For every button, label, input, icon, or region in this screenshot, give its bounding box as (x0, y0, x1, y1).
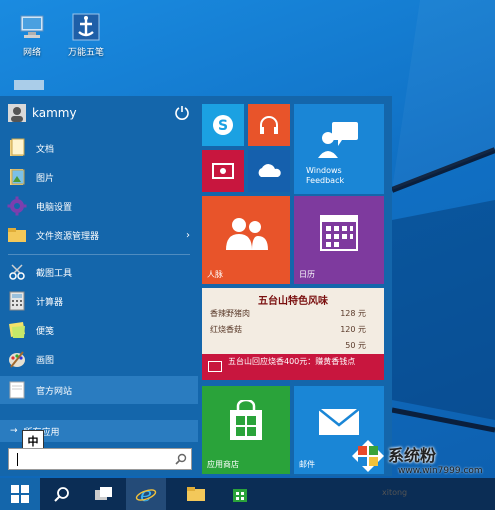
tile-store[interactable]: 应用商店 (202, 386, 290, 474)
tile-onedrive[interactable] (248, 150, 290, 192)
calculator-icon (6, 290, 28, 312)
people-icon (202, 210, 290, 256)
search-box[interactable] (8, 448, 192, 470)
news-menu-row: 香辣野猪肉 128 元 (210, 309, 366, 318)
power-icon[interactable] (174, 104, 190, 120)
chevron-right-icon[interactable]: › (186, 230, 190, 241)
video-icon (202, 150, 244, 192)
watermark-url: www.win7999.com (398, 466, 483, 476)
tile-label: 日历 (299, 270, 315, 279)
search-icon[interactable] (175, 453, 187, 465)
menu-item-label: 计算器 (36, 297, 64, 308)
search-input[interactable] (19, 451, 169, 467)
watermark-text: 系统粉 (388, 446, 437, 465)
menu-item-label: 官方网站 (36, 386, 73, 397)
menu-item-official-site[interactable]: 官方网站 (0, 376, 198, 404)
windows-logo-icon (11, 485, 29, 503)
menu-divider (8, 254, 190, 255)
taskbar-store[interactable] (220, 478, 260, 510)
menu-item-label: 文件资源管理器 (36, 231, 100, 242)
tile-windows-feedback[interactable]: Windows Feedback (294, 104, 384, 194)
news-headline-bar: 五台山回应烧香400元：赚黄香钱点 (202, 354, 384, 380)
wubi-icon (69, 12, 103, 42)
headphones-icon (248, 104, 290, 146)
folder-icon (187, 487, 205, 501)
desktop-icon-label: 网络 (22, 48, 41, 58)
folder-icon (6, 224, 28, 246)
task-view-icon (95, 487, 112, 500)
taskbar-search-button[interactable] (42, 478, 82, 510)
menu-item-pictures[interactable]: 图片 (0, 163, 198, 191)
watermark: 系统粉 xitong www.win7999.com (348, 436, 495, 510)
tile-people[interactable]: 人脉 (202, 196, 290, 284)
menu-item-label: 便笺 (36, 326, 55, 337)
network-icon (15, 12, 49, 42)
tile-music[interactable] (248, 104, 290, 146)
user-name: kammy (32, 106, 77, 120)
news-menu-row: 红烧香菇 120 元 (210, 325, 366, 334)
menu-item-snipping-tool[interactable]: 截图工具 (0, 258, 198, 286)
start-menu-left-column: kammy 文档 图片 电脑设置 文件资源管理器 › 截图工具 计算器 便笺 画… (0, 96, 198, 476)
menu-item-pc-settings[interactable]: 电脑设置 (0, 192, 198, 220)
tile-label: Windows (306, 166, 342, 175)
taskbar-internet-explorer[interactable]: e (126, 478, 166, 510)
svg-text:S: S (218, 118, 228, 134)
start-button[interactable] (0, 478, 40, 510)
svg-text:e: e (140, 483, 152, 505)
desktop-icon-wubi[interactable]: 万能五笔 (58, 12, 114, 58)
start-menu: kammy 文档 图片 电脑设置 文件资源管理器 › 截图工具 计算器 便笺 画… (0, 96, 392, 476)
internet-explorer-icon: e (135, 483, 157, 505)
tile-calendar[interactable]: 日历 (294, 196, 384, 284)
user-avatar-icon (8, 104, 26, 122)
news-menu-row: 50 元 (345, 341, 366, 350)
menu-item-sticky-notes[interactable]: 便笺 (0, 316, 198, 344)
watermark-logo-icon (352, 440, 384, 472)
tile-news[interactable]: 五台山特色风味 香辣野猪肉 128 元 红烧香菇 120 元 50 元 五台山回应烧… (202, 288, 384, 380)
menu-item-label: 文档 (36, 144, 55, 155)
documents-icon (6, 137, 28, 159)
gear-icon (6, 195, 28, 217)
text-caret (17, 453, 18, 466)
menu-item-label: 图片 (36, 173, 55, 184)
tile-label: 邮件 (299, 460, 315, 469)
desktop-icon-network[interactable]: 网络 (4, 12, 60, 58)
skype-icon: S (202, 104, 244, 146)
news-image-title: 五台山特色风味 (258, 296, 328, 307)
tile-label: 应用商店 (207, 460, 239, 469)
calendar-icon (294, 208, 384, 256)
menu-item-label: 截图工具 (36, 268, 73, 279)
pictures-icon (6, 166, 28, 188)
watermark-prefix: xitong (382, 488, 408, 497)
news-icon (208, 361, 222, 372)
menu-item-calculator[interactable]: 计算器 (0, 287, 198, 315)
store-icon (233, 489, 247, 502)
desktop-icon-partial (14, 80, 44, 90)
tile-label: Feedback (306, 176, 345, 185)
paint-icon (6, 348, 28, 370)
news-headline: 五台山回应烧香400元：赚黄香钱点 (228, 357, 356, 366)
arrow-right-icon: → (10, 426, 18, 436)
menu-item-documents[interactable]: 文档 (0, 134, 198, 162)
menu-item-label: 画图 (36, 355, 55, 366)
task-view-button[interactable] (84, 478, 124, 510)
menu-item-label: 电脑设置 (36, 202, 73, 213)
menu-item-paint[interactable]: 画图 (0, 345, 198, 373)
user-account[interactable]: kammy (0, 100, 198, 126)
sticky-note-icon (6, 319, 28, 341)
taskbar-file-explorer[interactable] (176, 478, 216, 510)
feedback-icon (294, 118, 384, 162)
tile-skype[interactable]: S (202, 104, 244, 146)
desktop-icon-label: 万能五笔 (67, 48, 104, 58)
search-icon (54, 487, 69, 502)
cloud-icon (248, 150, 290, 192)
news-image: 五台山特色风味 香辣野猪肉 128 元 红烧香菇 120 元 50 元 (202, 288, 384, 354)
web-page-icon (6, 379, 28, 401)
tile-video[interactable] (202, 150, 244, 192)
snipping-tool-icon (6, 261, 28, 283)
store-icon (202, 396, 290, 446)
menu-item-file-explorer[interactable]: 文件资源管理器 › (0, 221, 198, 249)
tile-label: 人脉 (207, 270, 223, 279)
